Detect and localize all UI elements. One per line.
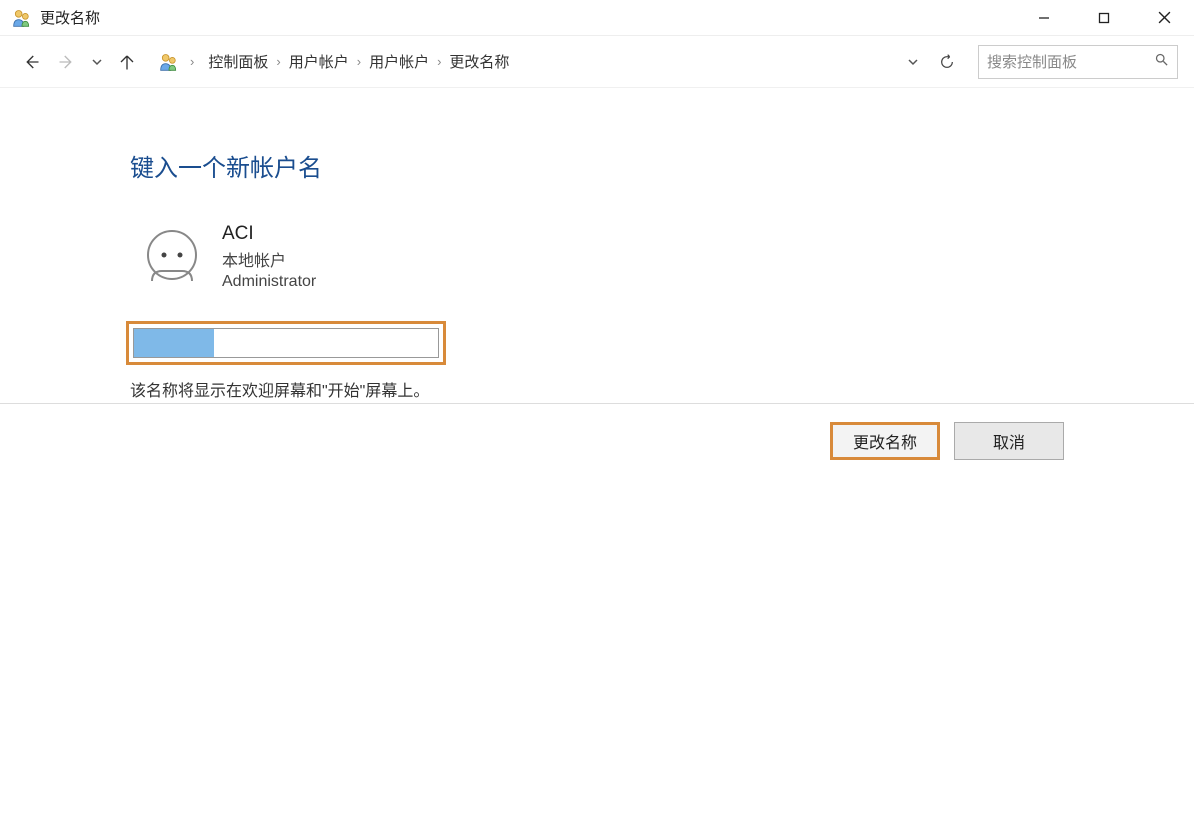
user-role: Administrator xyxy=(222,273,316,291)
page-heading: 键入一个新帐户名 xyxy=(130,148,1194,183)
users-icon xyxy=(12,8,32,28)
breadcrumb-item[interactable]: 控制面板 xyxy=(208,51,268,72)
window-controls xyxy=(1014,0,1194,35)
users-icon xyxy=(158,51,180,73)
titlebar: 更改名称 xyxy=(0,0,1194,36)
chevron-right-icon: › xyxy=(190,54,194,69)
path-history-chevron[interactable] xyxy=(900,49,926,75)
button-label: 取消 xyxy=(993,429,1025,453)
refresh-button[interactable] xyxy=(934,49,960,75)
maximize-button[interactable] xyxy=(1074,0,1134,35)
breadcrumb-item[interactable]: 用户帐户 xyxy=(369,51,429,72)
user-row: ACI 本地帐户 Administrator xyxy=(140,223,1194,291)
breadcrumb: 控制面板 › 用户帐户 › 用户帐户 › 更改名称 xyxy=(200,51,894,72)
button-label: 更改名称 xyxy=(853,429,917,453)
input-hint: 该名称将显示在欢迎屏幕和"开始"屏幕上。 xyxy=(130,377,1194,401)
up-button[interactable] xyxy=(112,47,142,77)
avatar xyxy=(140,225,204,289)
chevron-right-icon: › xyxy=(276,54,280,69)
close-button[interactable] xyxy=(1134,0,1194,35)
search-placeholder: 搜索控制面板 xyxy=(987,51,1146,72)
minimize-button[interactable] xyxy=(1014,0,1074,35)
cancel-button[interactable]: 取消 xyxy=(954,422,1064,460)
user-name: ACI xyxy=(222,223,316,245)
history-chevron[interactable] xyxy=(88,47,106,77)
search-box[interactable]: 搜索控制面板 xyxy=(978,45,1178,79)
navbar: › 控制面板 › 用户帐户 › 用户帐户 › 更改名称 搜索控制面板 xyxy=(0,36,1194,88)
change-name-button[interactable]: 更改名称 xyxy=(830,422,940,460)
breadcrumb-item[interactable]: 用户帐户 xyxy=(289,51,349,72)
chevron-right-icon: › xyxy=(437,54,441,69)
window-title: 更改名称 xyxy=(40,7,100,28)
back-button[interactable] xyxy=(16,47,46,77)
user-info: ACI 本地帐户 Administrator xyxy=(222,223,316,291)
chevron-right-icon: › xyxy=(357,54,361,69)
input-selection xyxy=(134,329,214,357)
footer: 更改名称 取消 xyxy=(0,403,1194,478)
user-type: 本地帐户 xyxy=(222,247,316,271)
new-name-input[interactable] xyxy=(133,328,439,358)
forward-button[interactable] xyxy=(52,47,82,77)
search-icon xyxy=(1154,52,1169,71)
input-highlight xyxy=(126,321,446,365)
content: 键入一个新帐户名 ACI 本地帐户 Administrator 该名称将显示在欢… xyxy=(0,88,1194,401)
breadcrumb-item[interactable]: 更改名称 xyxy=(449,51,509,72)
